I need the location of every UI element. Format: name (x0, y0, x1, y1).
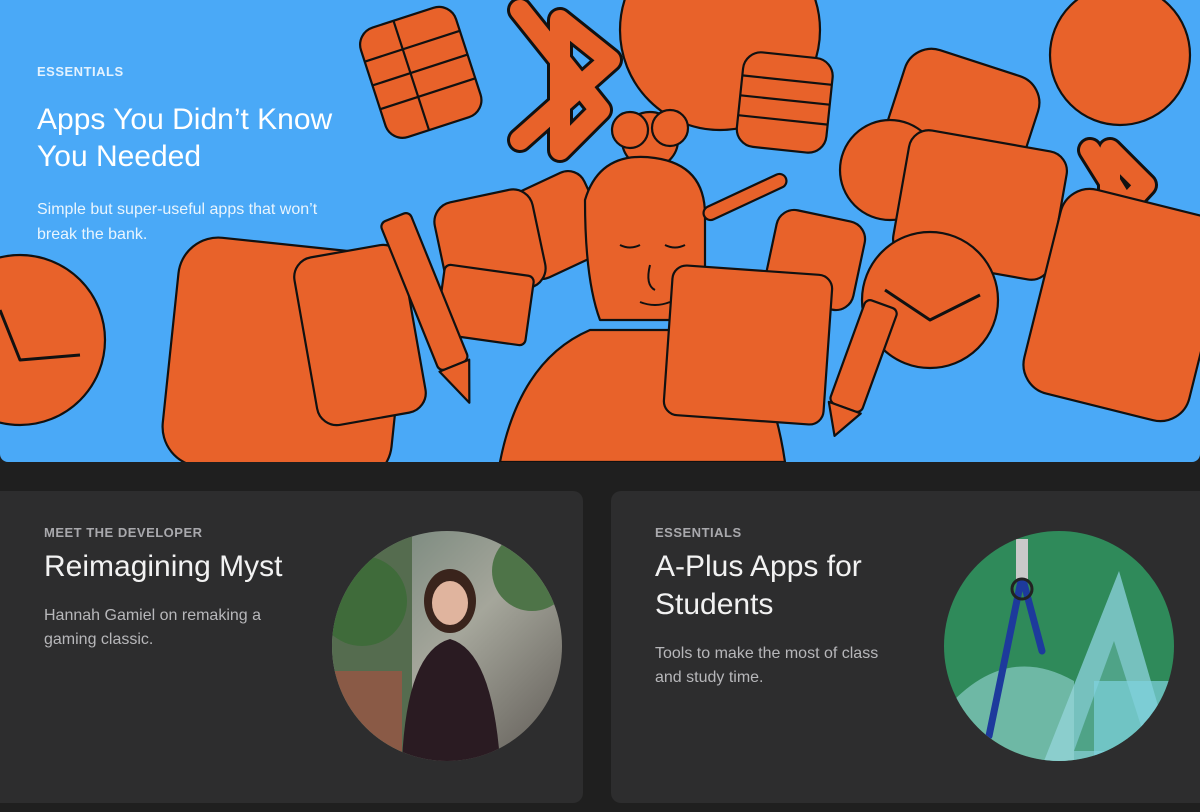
card-title-line1: A-Plus Apps for (655, 550, 862, 583)
developer-portrait-image (332, 531, 562, 761)
card-title-line2: Students (655, 588, 774, 621)
card-title: A-Plus Apps for Students (655, 548, 955, 624)
card-subtitle-line1: Hannah Gamiel on remaking a (44, 607, 262, 624)
hero-subtitle-line1: Simple but super-useful apps that won’t (37, 201, 318, 218)
hero-title-line1: Apps You Didn’t Know (37, 103, 333, 136)
card-eyebrow: ESSENTIALS (655, 525, 742, 540)
card-subtitle: Hannah Gamiel on remaking a gaming class… (44, 604, 344, 652)
story-card-reimagining-myst[interactable]: MEET THE DEVELOPER Reimagining Myst Hann… (0, 491, 583, 803)
hero-title-line2: You Needed (37, 140, 202, 173)
card-subtitle: Tools to make the most of class and stud… (655, 642, 925, 690)
card-subtitle-line2: and study time. (655, 669, 764, 686)
school-supplies-image (944, 531, 1174, 761)
hero-title: Apps You Didn’t Know You Needed (37, 101, 397, 175)
hero-subtitle: Simple but super-useful apps that won’t … (37, 197, 397, 247)
hero-eyebrow: ESSENTIALS (37, 64, 124, 79)
card-eyebrow: MEET THE DEVELOPER (44, 525, 203, 540)
featured-banner-apps-you-didnt-know[interactable]: ESSENTIALS Apps You Didn’t Know You Need… (0, 0, 1200, 462)
card-subtitle-line2: gaming classic. (44, 631, 154, 648)
story-card-a-plus-apps[interactable]: ESSENTIALS A-Plus Apps for Students Tool… (611, 491, 1200, 803)
card-title: Reimagining Myst (44, 550, 283, 583)
hero-subtitle-line2: break the bank. (37, 226, 148, 243)
card-subtitle-line1: Tools to make the most of class (655, 645, 879, 662)
